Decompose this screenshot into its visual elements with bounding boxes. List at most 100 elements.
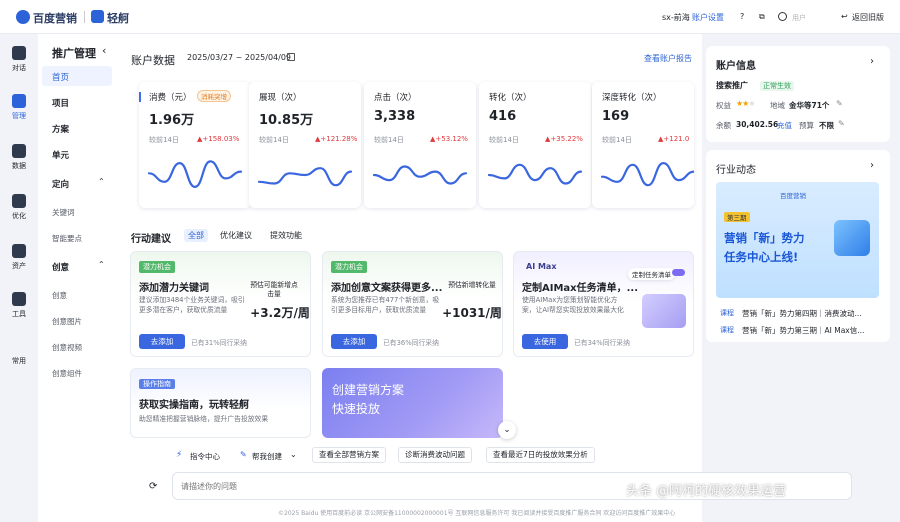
- rail-manage[interactable]: 管理: [0, 94, 38, 121]
- account-type: 搜索推广: [716, 81, 748, 90]
- calendar-icon[interactable]: [287, 53, 295, 61]
- nav-item-creative-components[interactable]: 创意组件: [52, 368, 82, 379]
- industry-banner[interactable]: 百度营销 第三期 营销「新」势力 任务中心上线!: [716, 182, 879, 298]
- tab-optimize[interactable]: 优化建议: [220, 230, 252, 241]
- analysis-7days-button[interactable]: 查看最近7日的投放效果分析: [486, 447, 595, 463]
- rail-label: 常用: [12, 357, 26, 365]
- rail-chat[interactable]: 对话: [0, 46, 38, 73]
- section-title-account-data: 账户数据: [131, 54, 175, 67]
- metric-card-clicks[interactable]: 点击（次） 3,338 较前14日 ▲+53.12%: [364, 82, 476, 208]
- view-all-plans-button[interactable]: 查看全部营销方案: [312, 447, 386, 463]
- nav-item-unit[interactable]: 单元: [52, 149, 69, 161]
- metric-label: 点击（次）: [374, 93, 417, 103]
- nav-item-plan[interactable]: 方案: [52, 123, 69, 135]
- edit-icon[interactable]: ✎: [838, 119, 845, 128]
- chevron-right-icon[interactable]: ›: [870, 160, 874, 171]
- sparkline-series: [147, 160, 243, 189]
- rail-label: 资产: [12, 262, 26, 270]
- opportunity-tag: 潜力机会: [331, 261, 367, 273]
- bell-icon[interactable]: [778, 12, 787, 21]
- sparkline-series: [257, 167, 353, 187]
- nav-item-home[interactable]: 首页: [52, 71, 69, 83]
- nav-item-project[interactable]: 项目: [52, 97, 69, 109]
- baidu-logo-icon: [16, 10, 30, 24]
- view-account-report-link[interactable]: 查看账户报告: [644, 53, 692, 64]
- balance-label: 余额: [716, 121, 731, 130]
- metric-label: 展现（次）: [259, 93, 302, 103]
- help-icon[interactable]: ?: [740, 12, 744, 21]
- refresh-icon[interactable]: ⟳: [149, 481, 157, 492]
- nav-item-smart-points[interactable]: 智能要点: [52, 233, 82, 244]
- create-plan-banner[interactable]: 创建营销方案 快速投放: [322, 368, 503, 438]
- trend-sparkline: [257, 167, 353, 187]
- tab-all[interactable]: 全部: [184, 229, 208, 242]
- add-keywords-button[interactable]: 去添加: [139, 334, 185, 349]
- rail-common[interactable]: 常用: [0, 356, 38, 366]
- banner-3d-illustration: [834, 220, 870, 256]
- edit-icon[interactable]: ✎: [836, 99, 843, 108]
- trend-sparkline: [600, 161, 694, 187]
- peer-adoption: 已有31%同行采纳: [191, 339, 247, 347]
- budget-value: 不限: [819, 121, 834, 130]
- nav-item-creative[interactable]: 创意: [52, 290, 67, 301]
- status-badge: 正常生效: [760, 81, 794, 91]
- metric-value: 3,338: [374, 109, 416, 124]
- back-old-version-link[interactable]: 返回旧版: [852, 12, 884, 23]
- rail-assets[interactable]: 资产: [0, 244, 38, 271]
- add-creative-button[interactable]: 去添加: [331, 334, 377, 349]
- date-range-picker[interactable]: 2025/03/27 ~ 2025/04/09: [187, 53, 291, 62]
- chevron-up-icon[interactable]: ⌃: [98, 260, 105, 269]
- recharge-link[interactable]: 充值: [777, 120, 792, 131]
- guide-card[interactable]: 操作指南 获取实操指南，玩转轻舸 助您精准把握营销脉络，提升广告投放效果: [130, 368, 311, 438]
- chevron-up-icon[interactable]: ⌃: [98, 177, 105, 186]
- rail-label: 管理: [12, 112, 26, 120]
- command-center-button[interactable]: 指令中心: [190, 451, 220, 462]
- action-desc: 建议添加3484个业务关键词，吸引更多潜在客户，获取优质流量: [139, 296, 245, 314]
- rail-optimize[interactable]: 优化: [0, 194, 38, 221]
- divider: [84, 11, 85, 23]
- wallet-icon: [12, 244, 26, 258]
- banner-title-1: 营销「新」势力: [724, 231, 805, 245]
- use-aimax-button[interactable]: 去使用: [522, 334, 568, 349]
- news-item[interactable]: 营销「新」势力第三期｜AI Max信...: [742, 325, 864, 336]
- rail-label: 工具: [12, 310, 26, 318]
- user-menu[interactable]: 用户: [792, 13, 806, 23]
- prediction-label: 预估可能新增点击量: [250, 281, 298, 298]
- account-name[interactable]: sx-前海: [662, 12, 690, 23]
- collapse-nav-icon[interactable]: ‹: [102, 44, 106, 57]
- qingge-logo-icon: [91, 10, 104, 23]
- nav-item-targeting[interactable]: 定向: [52, 178, 69, 190]
- metric-card-cost[interactable]: 消费（元） 消耗突增 1.96万 较前14日 ▲+158.03%: [139, 82, 251, 208]
- metric-card-impressions[interactable]: 展现（次） 10.85万 较前14日 ▲+121.28%: [249, 82, 361, 208]
- chat-input[interactable]: [181, 479, 601, 493]
- metric-card-conversions[interactable]: 转化（次） 416 较前14日 ▲+35.22%: [479, 82, 591, 208]
- help-create-button[interactable]: 帮我创建: [252, 451, 282, 462]
- metric-card-deep-conversions[interactable]: 深度转化（次） 169 较前14日 ▲+121.0: [592, 82, 694, 208]
- nav-item-creative-videos[interactable]: 创意视频: [52, 342, 82, 353]
- account-settings-link[interactable]: 账户设置: [692, 12, 724, 23]
- industry-news-card: 行业动态 › 百度营销 第三期 营销「新」势力 任务中心上线! 课程 营销「新」…: [706, 150, 890, 342]
- scroll-down-button[interactable]: ⌄: [498, 421, 516, 439]
- metric-value: 1.96万: [149, 113, 195, 128]
- nav-item-keywords[interactable]: 关键词: [52, 207, 75, 218]
- diagnose-cost-button[interactable]: 诊断消费波动问题: [398, 447, 472, 463]
- banner-line1: 创建营销方案: [332, 383, 405, 397]
- rail-label: 数据: [12, 162, 26, 170]
- aimax-tag: AI Max: [526, 262, 557, 271]
- chevron-down-icon[interactable]: ⌄: [290, 450, 297, 459]
- guide-tag: 操作指南: [139, 379, 175, 389]
- news-tag: 课程: [720, 309, 734, 317]
- rail-tools[interactable]: 工具: [0, 292, 38, 319]
- nav-item-creative-group[interactable]: 创意: [52, 261, 69, 273]
- rail-data[interactable]: 数据: [0, 144, 38, 171]
- action-desc: 系统为您推荐已有477个新创意，吸引更多目标用户，获取优质流量: [331, 296, 440, 314]
- metric-change: ▲+121.0: [658, 135, 690, 143]
- metric-label: 深度转化（次）: [602, 93, 662, 103]
- trend-sparkline: [147, 160, 243, 189]
- news-item[interactable]: 营销「新」势力第四期｜消费波动...: [742, 308, 862, 319]
- chevron-right-icon[interactable]: ›: [870, 56, 874, 67]
- return-icon[interactable]: ↩: [841, 12, 848, 21]
- tab-efficiency[interactable]: 提效功能: [270, 230, 302, 241]
- copy-icon[interactable]: ⧉: [759, 12, 765, 22]
- nav-item-creative-images[interactable]: 创意图片: [52, 316, 82, 327]
